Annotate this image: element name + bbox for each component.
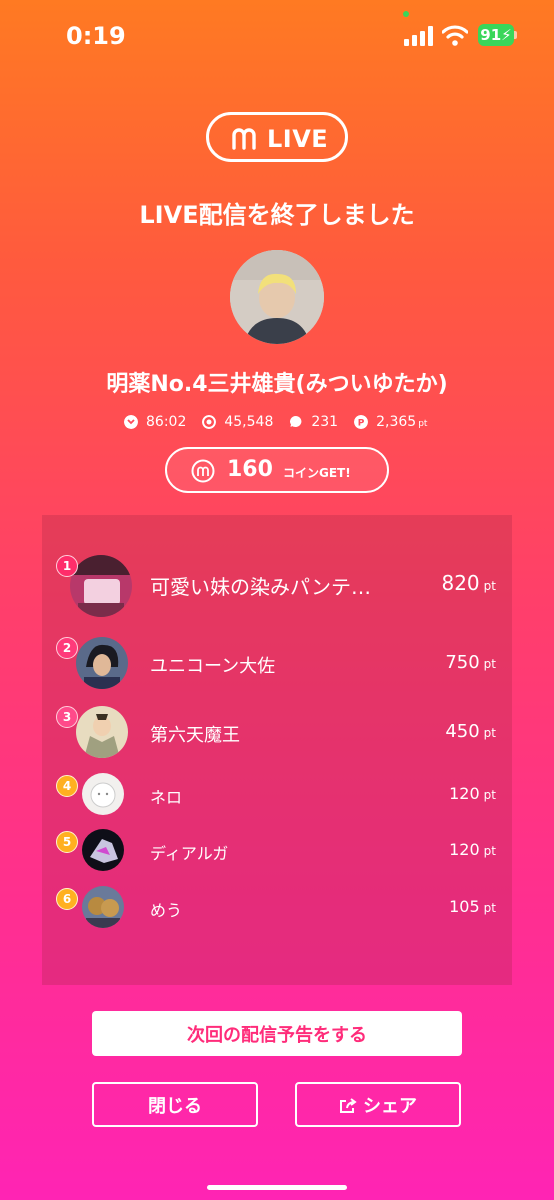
share-button[interactable]: シェア xyxy=(295,1082,461,1127)
ranking-points-unit: pt xyxy=(483,788,496,802)
camera-indicator-icon xyxy=(403,11,409,17)
stream-stats: 86:02 45,548 231 P 2,365 pt xyxy=(124,412,443,432)
ranking-avatar-image xyxy=(76,637,128,689)
ranking-points-unit: pt xyxy=(483,579,496,593)
streamer-photo xyxy=(230,250,324,344)
ranking-points-unit: pt xyxy=(483,657,496,671)
rank-badge: 6 xyxy=(56,888,78,910)
ranking-points: 120 pt xyxy=(449,840,496,859)
points-unit: pt xyxy=(418,419,428,429)
home-indicator[interactable] xyxy=(207,1185,347,1190)
points-icon: P xyxy=(354,415,369,429)
share-label: シェア xyxy=(363,1095,417,1117)
viewers-value: 45,548 xyxy=(224,414,274,430)
share-icon xyxy=(340,1097,357,1113)
ranking-avatar xyxy=(76,706,128,758)
ranking-points-unit: pt xyxy=(483,726,496,740)
rank-badge: 4 xyxy=(56,775,78,797)
rank-badge: 2 xyxy=(56,637,78,659)
status-bar: 0:19 91⚡ xyxy=(0,0,554,70)
ranking-name: めう xyxy=(150,901,183,920)
battery-indicator: 91⚡ xyxy=(478,24,514,46)
comment-bubble-icon xyxy=(290,416,302,428)
ranking-name: 可愛い妹の染みパンテ… xyxy=(150,575,371,599)
ranking-points-value: 120 xyxy=(449,840,480,859)
wifi-icon xyxy=(442,25,468,46)
ranking-points-value: 105 xyxy=(449,897,480,916)
rank-badge: 1 xyxy=(56,555,78,577)
streamer-name: 明薬No.4三井雄貴(みついゆたか) xyxy=(106,372,448,397)
ranking-avatar-image xyxy=(82,773,124,815)
coin-label: コインGET! xyxy=(283,466,351,480)
ranking-name: 第六天魔王 xyxy=(150,725,240,746)
rank-badge: 3 xyxy=(56,706,78,728)
cellular-signal-icon xyxy=(404,26,433,46)
ranking-avatar-image xyxy=(70,555,132,617)
ranking-points-value: 750 xyxy=(445,652,480,673)
ranking-points: 750 pt xyxy=(445,652,496,673)
ranking-avatar xyxy=(82,886,124,928)
duration-value: 86:02 xyxy=(146,414,187,430)
ranking-points: 105 pt xyxy=(449,897,496,916)
points-stat: P 2,365 pt xyxy=(354,414,427,430)
clock-icon xyxy=(124,415,138,429)
live-logo: LIVE xyxy=(206,112,348,162)
viewers-stat: 45,548 xyxy=(202,414,273,430)
comments-stat: 231 xyxy=(289,414,338,430)
ranking-avatar xyxy=(76,637,128,689)
announce-next-stream-button[interactable]: 次回の配信予告をする xyxy=(92,1011,462,1056)
ranking-row[interactable]: 6 めう 105 pt xyxy=(42,886,512,930)
ranking-row[interactable]: 2 ユニコーン大佐 750 pt xyxy=(42,637,512,691)
viewers-icon xyxy=(202,415,217,429)
ranking-name: ディアルガ xyxy=(150,844,229,863)
ranking-points-unit: pt xyxy=(483,844,496,858)
ranking-points-value: 450 xyxy=(445,721,480,742)
ranking-avatar-image xyxy=(82,886,124,928)
svg-text:P: P xyxy=(358,419,365,429)
ranking-row[interactable]: 1 可愛い妹の染みパンテ… 820 pt xyxy=(42,555,512,621)
ranking-name: ネロ xyxy=(150,788,183,807)
ranking-avatar-image xyxy=(76,706,128,758)
close-button[interactable]: 閉じる xyxy=(92,1082,258,1127)
ranking-row[interactable]: 4 ネロ 120 pt xyxy=(42,773,512,817)
ranking-avatar-image xyxy=(82,829,124,871)
ranking-avatar xyxy=(82,829,124,871)
logo-text: LIVE xyxy=(267,125,329,153)
rank-badge: 5 xyxy=(56,831,78,853)
ranking-points-unit: pt xyxy=(483,901,496,915)
comments-value: 231 xyxy=(311,414,339,430)
coin-value: 160 xyxy=(227,457,273,482)
ranking-points: 820 pt xyxy=(441,571,496,595)
coin-get-badge: 160 コインGET! xyxy=(165,447,389,493)
ranking-points-value: 820 xyxy=(441,571,480,595)
coin-icon xyxy=(191,459,215,483)
ranking-avatar xyxy=(70,555,132,617)
battery-tip xyxy=(514,31,517,39)
m-logo-icon xyxy=(232,128,256,150)
ranking-row[interactable]: 3 第六天魔王 450 pt xyxy=(42,706,512,760)
page-title: LIVE配信を終了しました xyxy=(139,201,415,229)
ranking-points-value: 120 xyxy=(449,784,480,803)
ranking-points: 120 pt xyxy=(449,784,496,803)
points-value: 2,365 xyxy=(376,414,417,430)
ranking-panel: 1 可愛い妹の染みパンテ… 820 pt 2 ユニコーン大佐 750 pt 3 第六… xyxy=(42,515,512,985)
ranking-row[interactable]: 5 ディアルガ 120 pt xyxy=(42,829,512,873)
streamer-avatar xyxy=(230,250,324,344)
battery-level: 91 xyxy=(480,26,502,44)
ranking-name: ユニコーン大佐 xyxy=(150,656,276,677)
duration-stat: 86:02 xyxy=(124,414,186,430)
ranking-avatar xyxy=(82,773,124,815)
ranking-points: 450 pt xyxy=(445,721,496,742)
clock: 0:19 xyxy=(66,22,126,50)
